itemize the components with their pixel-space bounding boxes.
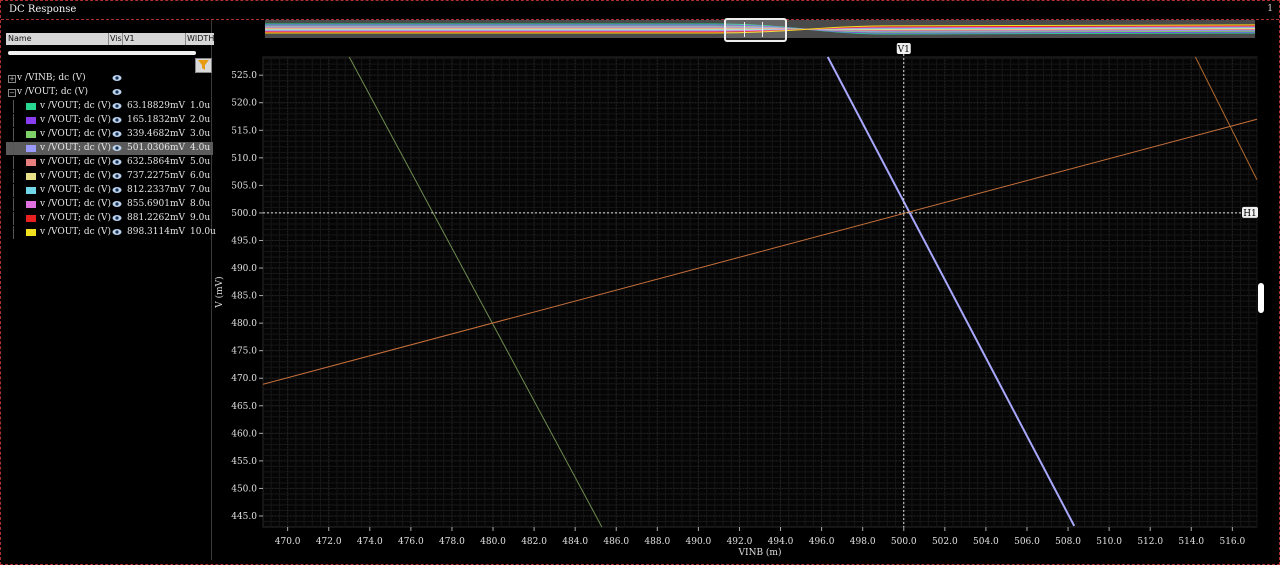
x-tick-label: 490.0 <box>686 537 712 547</box>
y-tick-label: 450.0 <box>231 484 257 494</box>
y-tick-label: 475.0 <box>231 347 257 357</box>
x-tick-label: 478.0 <box>439 537 465 547</box>
x-tick-label: 516.0 <box>1219 537 1245 547</box>
x-tick-label: 474.0 <box>357 537 383 547</box>
x-tick-label: 476.0 <box>398 537 424 547</box>
vertical-marker-label: V1 <box>897 45 910 55</box>
x-axis-label: VINB (m) <box>738 547 782 558</box>
x-tick-label: 472.0 <box>316 537 342 547</box>
x-tick-label: 496.0 <box>809 537 835 547</box>
x-tick-label: 508.0 <box>1055 537 1081 547</box>
y-tick-label: 510.0 <box>231 154 257 164</box>
y-tick-label: 460.0 <box>231 429 257 439</box>
x-tick-label: 504.0 <box>973 537 999 547</box>
x-tick-label: 512.0 <box>1137 537 1163 547</box>
x-tick-label: 488.0 <box>644 537 670 547</box>
horizontal-marker-label: H1 <box>1243 209 1257 219</box>
x-tick-label: 514.0 <box>1178 537 1204 547</box>
y-tick-label: 470.0 <box>231 374 257 384</box>
x-tick-label: 484.0 <box>562 537 588 547</box>
x-tick-label: 500.0 <box>891 537 917 547</box>
x-tick-label: 506.0 <box>1014 537 1040 547</box>
x-tick-label: 502.0 <box>932 537 958 547</box>
x-tick-label: 492.0 <box>727 537 753 547</box>
x-tick-label: 510.0 <box>1096 537 1122 547</box>
vertical-scroll-handle[interactable] <box>1258 283 1264 313</box>
y-tick-label: 515.0 <box>231 126 257 136</box>
y-tick-label: 480.0 <box>231 319 257 329</box>
y-tick-label: 455.0 <box>231 457 257 467</box>
y-tick-label: 465.0 <box>231 402 257 412</box>
y-axis-label: V (mV) <box>214 276 225 308</box>
plot-background <box>262 56 1258 528</box>
y-tick-label: 495.0 <box>231 236 257 246</box>
y-tick-label: 520.0 <box>231 99 257 109</box>
x-tick-label: 470.0 <box>275 537 301 547</box>
x-tick-label: 482.0 <box>521 537 547 547</box>
y-tick-label: 485.0 <box>231 292 257 302</box>
x-tick-label: 498.0 <box>850 537 876 547</box>
y-tick-label: 500.0 <box>231 209 257 219</box>
y-tick-label: 505.0 <box>231 181 257 191</box>
y-tick-label: 445.0 <box>231 512 257 522</box>
y-tick-label: 490.0 <box>231 264 257 274</box>
x-tick-label: 494.0 <box>768 537 794 547</box>
y-tick-label: 525.0 <box>231 71 257 81</box>
plot-area[interactable]: 470.0 472.0 474.0 476.0 478.0 480.0 482.0 484.0… <box>0 0 1280 565</box>
x-tick-label: 486.0 <box>603 537 629 547</box>
x-tick-label: 480.0 <box>480 537 506 547</box>
